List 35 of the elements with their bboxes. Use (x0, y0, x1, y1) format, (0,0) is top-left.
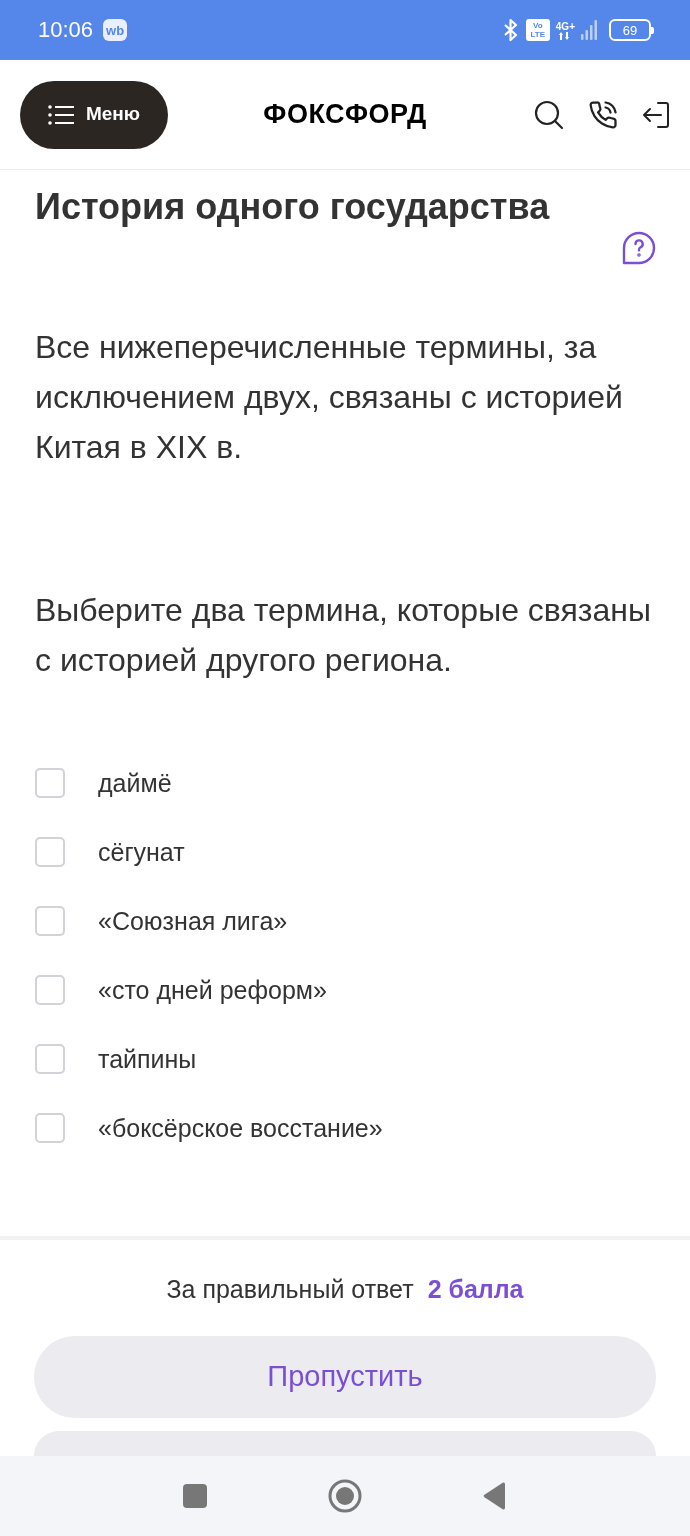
option-label[interactable]: «боксёрское восстание» (98, 1113, 383, 1143)
checkbox[interactable] (35, 837, 65, 867)
task-paragraph: Все нижеперечисленные термины, за исключением двух, связаны с историей Китая в XIX в. (35, 328, 624, 467)
brand-logo[interactable]: ФОКСФОРД (263, 101, 427, 128)
signal-bars-icon (581, 20, 597, 40)
task-title: История одного государства (35, 187, 551, 227)
checkbox[interactable] (35, 768, 65, 798)
clock-time: 10:06 (38, 19, 94, 41)
checkbox[interactable] (35, 906, 65, 936)
back-triangle-icon[interactable] (483, 1482, 507, 1510)
option-label[interactable]: тайпины (98, 1044, 197, 1074)
checkbox[interactable] (35, 1113, 65, 1143)
phone-call-icon[interactable] (588, 99, 618, 130)
checkbox[interactable] (35, 975, 65, 1005)
data-arrows-icon (559, 31, 572, 40)
app-badge: wb (103, 19, 128, 41)
option-label[interactable]: даймё (98, 768, 172, 798)
checkbox[interactable] (35, 1044, 65, 1074)
menu-button[interactable]: Меню (20, 80, 168, 149)
logout-icon[interactable] (642, 100, 670, 129)
battery-indicator: 69 (609, 19, 654, 41)
option-label[interactable]: «сто дней реформ» (98, 975, 327, 1005)
score-value: 2 балла (427, 1274, 524, 1306)
skip-button[interactable]: Пропустить (34, 1336, 656, 1418)
home-circle-icon[interactable] (328, 1479, 362, 1513)
search-icon[interactable] (534, 99, 564, 130)
volte-badge: Vo LTE (525, 19, 550, 41)
option-label[interactable]: сёгунат (98, 837, 185, 867)
score-label: За правильный ответ (166, 1274, 414, 1306)
network-label: 4G+ (555, 20, 575, 32)
square-recents-icon[interactable] (183, 1484, 207, 1508)
question-bubble-icon[interactable] (622, 231, 656, 265)
menu-list-icon (47, 104, 74, 125)
task-paragraph: Выберите два термина, которые связаны с историей другого региона. (35, 591, 652, 680)
option-label[interactable]: «Союзная лига» (98, 906, 288, 936)
